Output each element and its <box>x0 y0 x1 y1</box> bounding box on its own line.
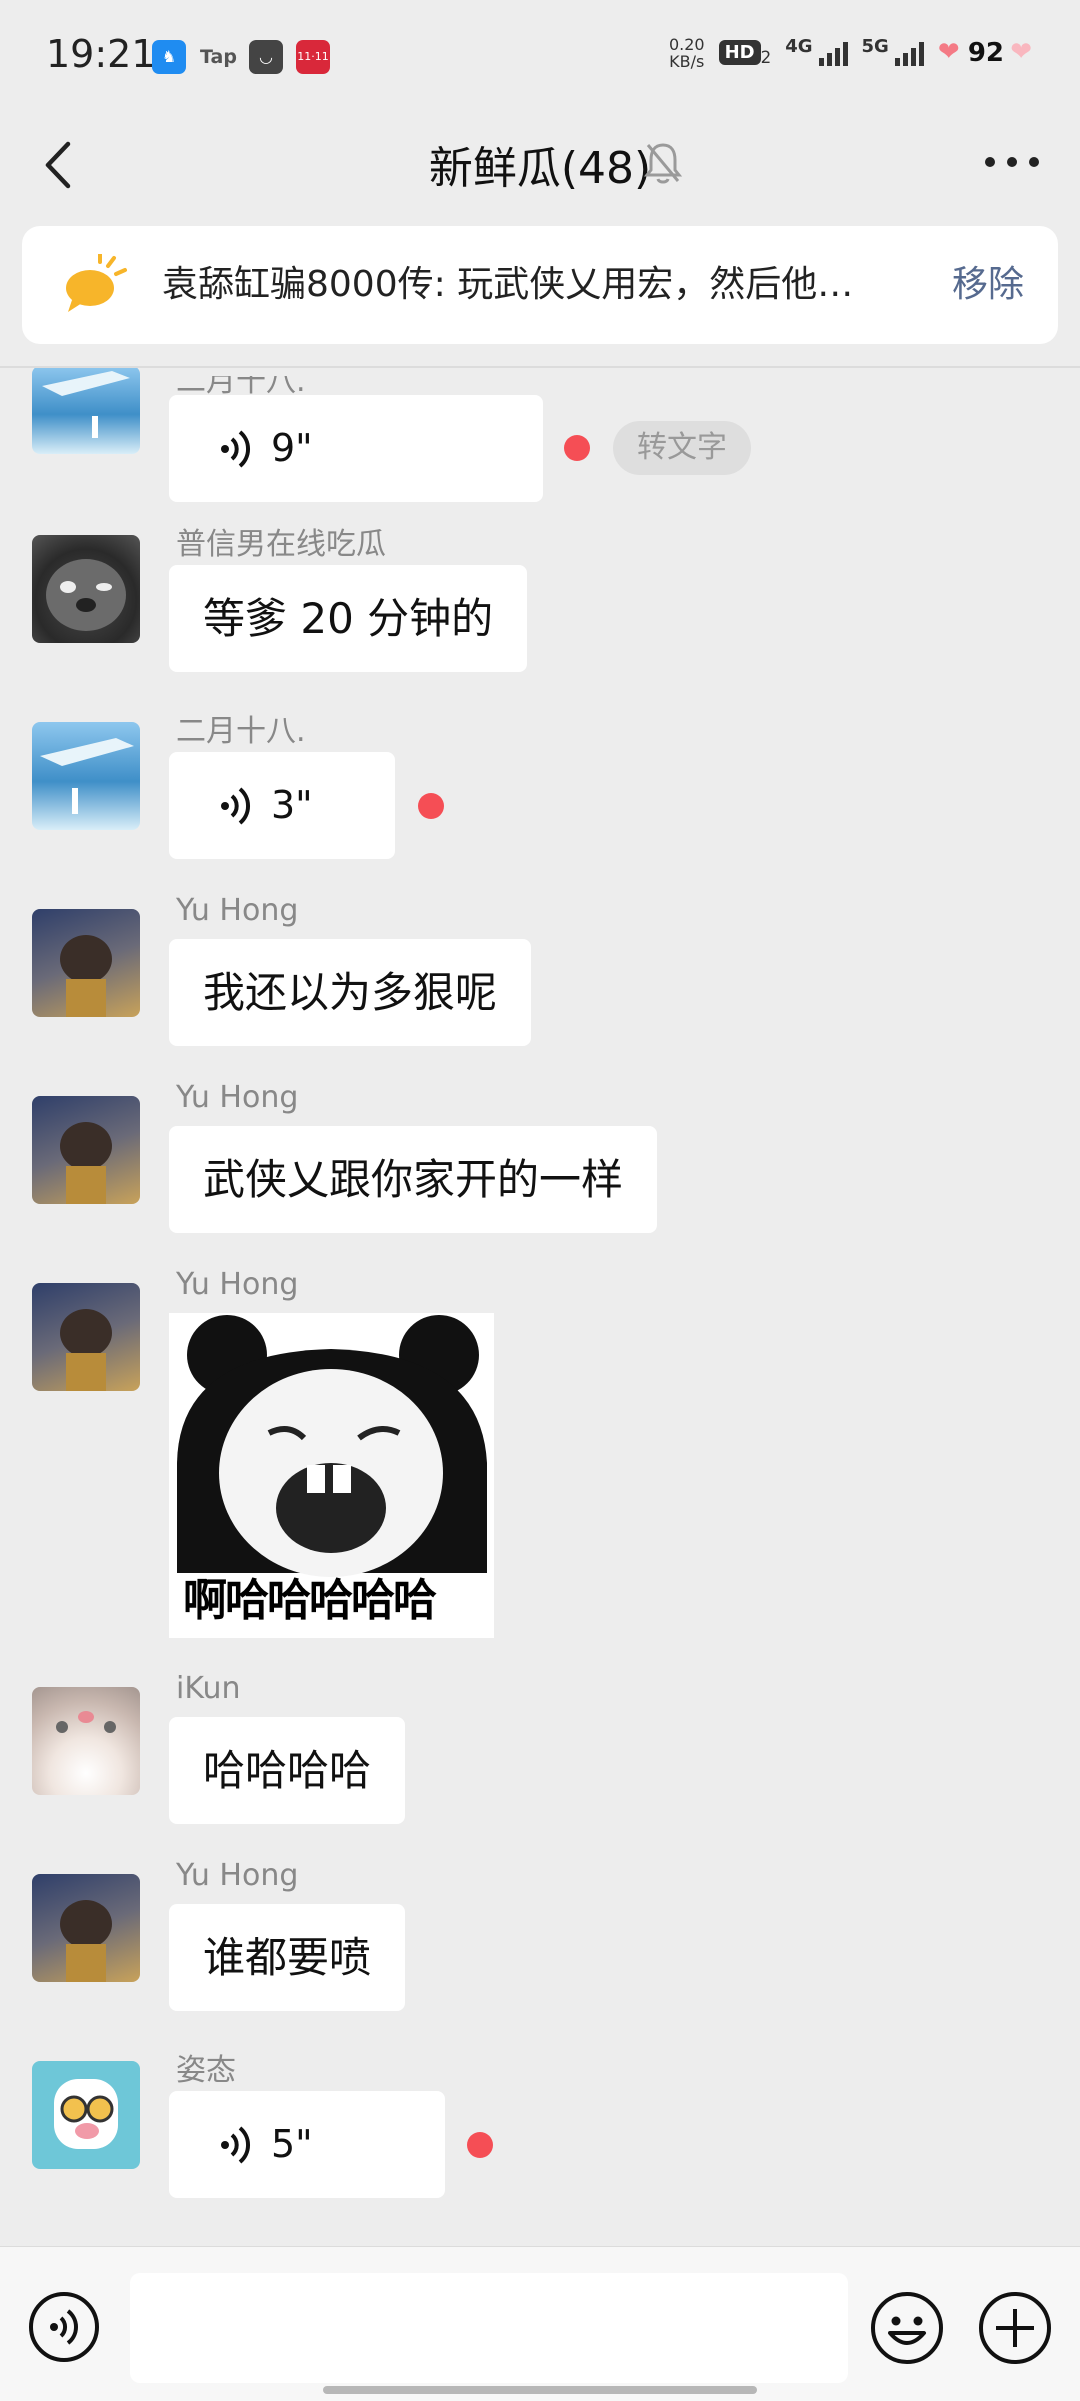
voice-wave-icon <box>221 430 251 468</box>
sender-name: 姿态 <box>176 2053 236 2088</box>
voice-wave-icon <box>221 787 251 825</box>
more-dots-icon <box>985 157 1039 167</box>
plus-icon <box>979 2292 1051 2364</box>
voice-duration: 5" <box>271 2122 313 2166</box>
signal-icon-2 <box>894 40 924 66</box>
text-message-bubble[interactable]: 武侠乂跟你家开的一样 <box>169 1126 658 1233</box>
status-indicators: 0.20 KB/s HD2 4G 5G 92 <box>669 36 1033 70</box>
smiley-icon <box>871 2292 943 2364</box>
net-speed: 0.20 KB/s <box>669 36 705 70</box>
mute-bell-icon <box>643 140 683 186</box>
input-bar <box>0 2246 1080 2401</box>
sender-name: Yu Hong <box>176 893 299 928</box>
avatar[interactable] <box>32 368 140 454</box>
voice-mode-icon <box>29 2292 99 2362</box>
unread-dot <box>564 435 590 461</box>
app-icon-blue: ♞ <box>152 40 186 74</box>
sender-name: Yu Hong <box>176 1080 299 1115</box>
app-icon-dark: ◡ <box>249 40 283 74</box>
avatar[interactable] <box>32 722 140 830</box>
sender-name: Yu Hong <box>176 1858 299 1893</box>
more-functions-button[interactable] <box>978 2291 1052 2365</box>
announcement-bubble-icon <box>62 252 128 314</box>
status-time: 19:21 <box>46 32 156 76</box>
sticker-message[interactable]: 啊哈哈哈哈哈 <box>169 1313 494 1638</box>
chat-title[interactable]: 新鲜瓜(48) <box>0 132 1080 196</box>
sender-name: 二月十八. <box>176 714 306 749</box>
pinned-message-bar[interactable]: 袁舔缸骗8000传: 玩武侠乂用宏，然后他… 移除 <box>22 226 1058 344</box>
voice-message-bubble[interactable]: 5" <box>169 2091 445 2198</box>
unread-dot <box>467 2132 493 2158</box>
message-list[interactable]: 二月十八. 9" 转文字 普信男在线吃瓜 等爹 20 分钟的 二月十八. 3" … <box>0 368 1080 2246</box>
net-speed-unit: KB/s <box>669 52 705 71</box>
voice-message-bubble[interactable]: 3" <box>169 752 395 859</box>
hd-icon: HD 2 <box>718 39 772 67</box>
sender-name: 普信男在线吃瓜 <box>176 527 386 562</box>
sender-name: iKun <box>176 1671 241 1706</box>
voice-duration: 3" <box>271 783 313 827</box>
avatar[interactable] <box>32 1096 140 1204</box>
net-type-1: 4G <box>785 36 813 57</box>
net-type-2: 5G <box>861 36 889 57</box>
avatar[interactable] <box>32 535 140 643</box>
hd-label: HD <box>718 40 761 65</box>
home-indicator[interactable] <box>323 2386 757 2394</box>
convert-to-text-button[interactable]: 转文字 <box>613 421 751 475</box>
sticker-caption: 啊哈哈哈哈哈 <box>183 1575 437 1626</box>
remove-pinned-button[interactable]: 移除 <box>952 226 1024 344</box>
pinned-message-text: 袁舔缸骗8000传: 玩武侠乂用宏，然后他… <box>162 264 854 305</box>
battery-indicator: 92 <box>938 37 1033 68</box>
sender-name: Yu Hong <box>176 1267 299 1302</box>
net-speed-value: 0.20 <box>668 35 705 54</box>
voice-wave-icon <box>221 2126 251 2164</box>
signal-icon <box>818 40 848 66</box>
voice-duration: 9" <box>271 426 313 470</box>
emoji-button[interactable] <box>870 2291 944 2365</box>
avatar[interactable] <box>32 1283 140 1391</box>
text-message-bubble[interactable]: 谁都要喷 <box>169 1904 406 2011</box>
text-message-bubble[interactable]: 等爹 20 分钟的 <box>169 565 528 672</box>
more-button[interactable] <box>984 150 1040 174</box>
avatar[interactable] <box>32 1687 140 1795</box>
voice-input-button[interactable] <box>28 2291 100 2363</box>
text-message-bubble[interactable]: 我还以为多狠呢 <box>169 939 532 1046</box>
app-icon-red: 11·11 <box>296 40 330 74</box>
avatar[interactable] <box>32 909 140 1017</box>
avatar[interactable] <box>32 1874 140 1982</box>
app-icon-tap: Tap <box>200 46 237 68</box>
chat-header: 新鲜瓜(48) <box>0 110 1080 220</box>
voice-message-bubble[interactable]: 9" <box>169 395 543 502</box>
hd-sub: 2 <box>760 48 772 67</box>
text-message-bubble[interactable]: 哈哈哈哈 <box>169 1717 406 1824</box>
unread-dot <box>418 793 444 819</box>
status-bar: 19:21 ♞ Tap ◡ 11·11 0.20 KB/s HD 2 4G 5G … <box>0 0 1080 110</box>
message-input[interactable] <box>130 2273 848 2383</box>
avatar[interactable] <box>32 2061 140 2169</box>
